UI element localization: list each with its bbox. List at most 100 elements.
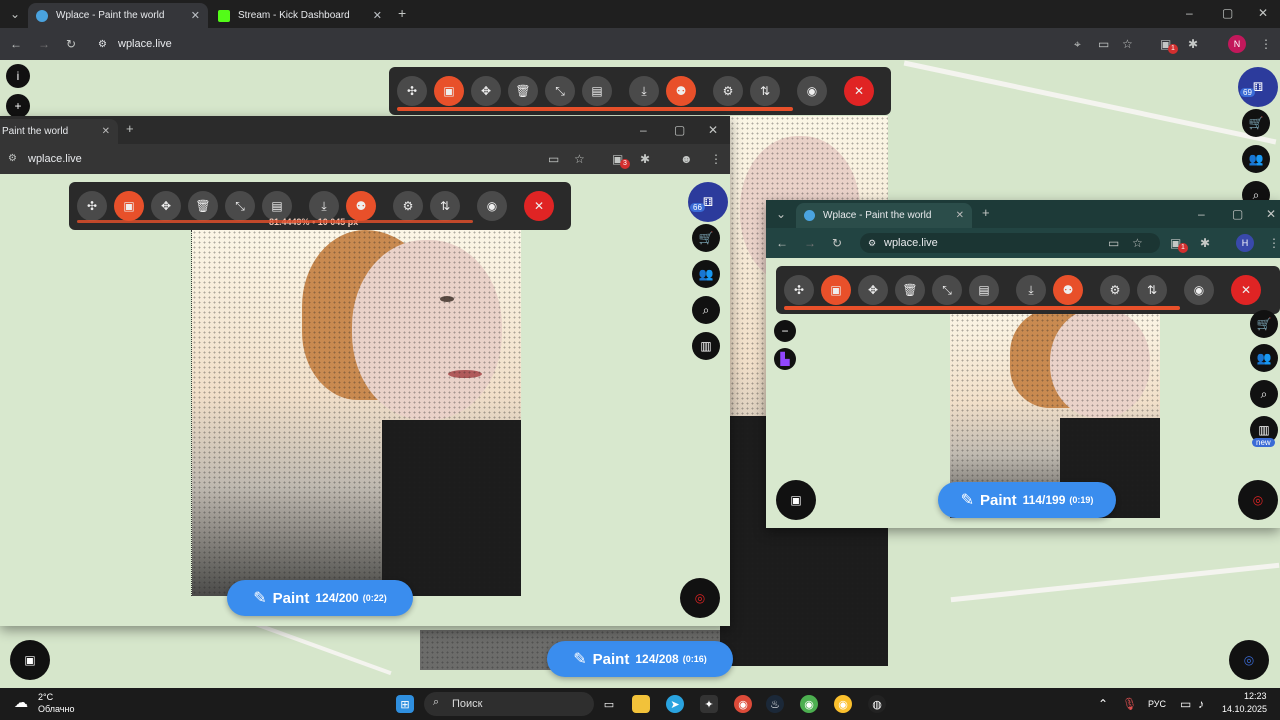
window2-tab[interactable]: Wplace - Paint the world ✕	[796, 203, 972, 228]
close-window-icon[interactable]: ✕	[708, 124, 718, 136]
leaderboard-button[interactable]: ▥	[692, 332, 720, 360]
language-indicator[interactable]: РУС	[1148, 699, 1166, 709]
weather-widget[interactable]: ☁ 2°C Облачно	[14, 692, 114, 716]
window1-url[interactable]: wplace.live	[28, 153, 82, 165]
store-cart-button[interactable]: 🛒	[1250, 310, 1278, 338]
grid-toggle-button[interactable]: ✣	[77, 191, 107, 221]
resize-button[interactable]: ⤡	[225, 191, 255, 221]
profile-avatar[interactable]: H	[1236, 234, 1254, 252]
paint-button[interactable]: ✎ Paint 114/199 (0:19)	[938, 482, 1116, 518]
paint-button[interactable]: ✎ Paint 124/200 (0:22)	[227, 580, 413, 616]
cast-icon[interactable]: ▭	[1108, 237, 1119, 249]
new-tab-icon[interactable]: +	[982, 206, 990, 219]
close-tab-icon[interactable]: ✕	[102, 126, 110, 137]
discord-button[interactable]: ◉	[477, 191, 507, 221]
delete-button[interactable]: 🗑	[508, 76, 538, 106]
close-tab-icon[interactable]: ✕	[956, 210, 964, 221]
app-icon[interactable]: ✦	[700, 695, 718, 713]
bookmark-star-icon[interactable]: ☆	[1122, 38, 1133, 50]
reload-icon[interactable]: ↻	[832, 237, 842, 249]
search-location-button[interactable]: ⌕	[692, 296, 720, 324]
clock-date[interactable]: 14.10.2025	[1222, 704, 1267, 714]
cast-icon[interactable]: ▭	[1098, 38, 1109, 50]
alliance-button[interactable]: 👥	[1250, 344, 1278, 372]
forward-icon[interactable]: →	[38, 38, 50, 50]
chrome-icon[interactable]: ◉	[734, 695, 752, 713]
menu-kebab-icon[interactable]: ⋮	[1268, 237, 1280, 249]
sort-button[interactable]: ⇅	[430, 191, 460, 221]
extensions-puzzle-icon[interactable]: ✱	[1188, 38, 1198, 50]
new-tab-icon[interactable]: +	[398, 6, 406, 20]
reload-icon[interactable]: ↻	[66, 38, 76, 50]
user-avatar-button[interactable]: ⚅	[688, 182, 728, 222]
resize-button[interactable]: ⤡	[545, 76, 575, 106]
close-window-icon[interactable]: ✕	[1258, 7, 1268, 19]
template-button[interactable]: ▤	[582, 76, 612, 106]
download-button[interactable]: ⤓	[1016, 275, 1046, 305]
new-tab-icon[interactable]: +	[126, 122, 134, 135]
microphone-icon[interactable]: 🎙	[1122, 698, 1137, 710]
obs-icon[interactable]: ◍	[868, 695, 886, 713]
profile-avatar[interactable]: N	[1228, 35, 1246, 53]
locate-button[interactable]: ◎	[1229, 640, 1269, 680]
site-info-icon[interactable]: ⚙	[8, 153, 17, 165]
tab-wplace[interactable]: Wplace - Paint the world ✕	[28, 3, 208, 28]
url-field[interactable]: ⚙ wplace.live	[96, 34, 1136, 54]
bookmark-star-icon[interactable]: ☆	[1132, 237, 1143, 249]
alliance-button[interactable]: 👥	[692, 260, 720, 288]
sort-button[interactable]: ⇅	[1137, 275, 1167, 305]
palette-button[interactable]: ▣	[10, 640, 50, 680]
close-toolbar-button[interactable]: ✕	[1231, 275, 1261, 305]
settings-button[interactable]: ⚙	[713, 76, 743, 106]
chrome-icon[interactable]: ◉	[834, 695, 852, 713]
move-button[interactable]: ✥	[858, 275, 888, 305]
store-cart-button[interactable]: 🛒	[1242, 109, 1270, 137]
sort-button[interactable]: ⇅	[750, 76, 780, 106]
download-button[interactable]: ⤓	[629, 76, 659, 106]
alliance-button[interactable]: 👥	[1242, 145, 1270, 173]
move-button[interactable]: ✥	[471, 76, 501, 106]
image-button[interactable]: ▣	[821, 275, 851, 305]
move-button[interactable]: ✥	[151, 191, 181, 221]
settings-button[interactable]: ⚙	[1100, 275, 1130, 305]
close-window-icon[interactable]: ✕	[1266, 208, 1276, 220]
telegram-icon[interactable]: ➤	[666, 695, 684, 713]
settings-button[interactable]: ⚙	[393, 191, 423, 221]
show-hidden-icons[interactable]: ⌃	[1098, 698, 1108, 710]
network-icon[interactable]: ▭	[1180, 698, 1191, 710]
steam-icon[interactable]: ♨	[766, 695, 784, 713]
tab-search-icon[interactable]: ⌄	[776, 208, 786, 220]
forward-icon[interactable]: →	[804, 237, 816, 249]
back-icon[interactable]: ←	[776, 237, 788, 249]
resize-button[interactable]: ⤡	[932, 275, 962, 305]
site-info-icon[interactable]: ⚙	[98, 39, 107, 50]
minimize-icon[interactable]: –	[1198, 208, 1205, 220]
template-button[interactable]: ▤	[969, 275, 999, 305]
close-toolbar-button[interactable]: ✕	[524, 191, 554, 221]
locate-button[interactable]: ◎	[1238, 480, 1278, 520]
task-view-icon[interactable]: ▭	[600, 695, 618, 713]
maximize-icon[interactable]: ▢	[1222, 7, 1233, 19]
grid-toggle-button[interactable]: ✣	[397, 76, 427, 106]
search-location-button[interactable]: ⌕	[1250, 380, 1278, 408]
menu-kebab-icon[interactable]: ⋮	[1260, 38, 1272, 50]
back-icon[interactable]: ←	[10, 38, 22, 50]
close-tab-icon[interactable]: ✕	[191, 9, 200, 22]
bot-button[interactable]: ⚉	[666, 76, 696, 106]
menu-kebab-icon[interactable]: ⋮	[710, 153, 722, 165]
twitch-button[interactable]: ▙	[774, 348, 796, 370]
close-tab-icon[interactable]: ✕	[373, 9, 382, 22]
discord-button[interactable]: ◉	[797, 76, 827, 106]
discord-button[interactable]: ◉	[1184, 275, 1214, 305]
tab-search-icon[interactable]: ⌄	[10, 8, 20, 20]
user-avatar-button[interactable]: ⚅	[1238, 67, 1278, 107]
maximize-icon[interactable]: ▢	[1232, 208, 1243, 220]
image-button[interactable]: ▣	[434, 76, 464, 106]
profile-icon[interactable]: ☻	[680, 153, 693, 165]
image-button[interactable]: ▣	[114, 191, 144, 221]
info-button[interactable]: i	[6, 64, 30, 88]
maximize-icon[interactable]: ▢	[674, 124, 685, 136]
windows-start-icon[interactable]: ⊞	[396, 695, 414, 713]
minimize-icon[interactable]: –	[640, 124, 647, 136]
extensions-puzzle-icon[interactable]: ✱	[640, 153, 650, 165]
